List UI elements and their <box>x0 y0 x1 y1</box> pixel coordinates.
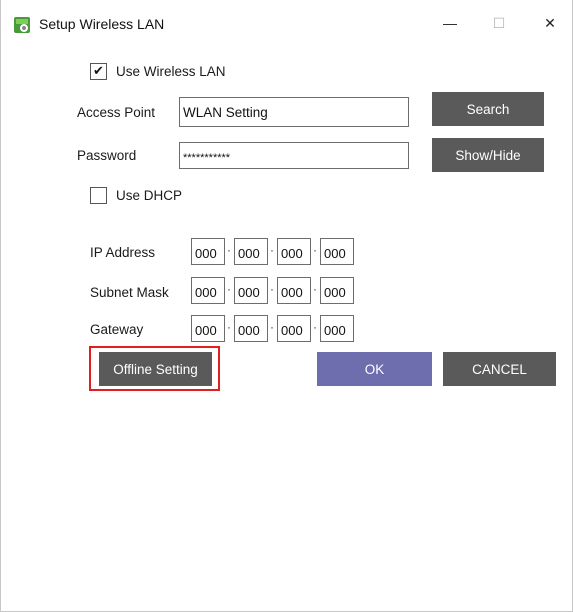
use-wireless-lan-checkbox[interactable]: ✔ <box>90 63 107 80</box>
ip-address-label: IP Address <box>90 245 156 260</box>
title-bar[interactable]: Setup Wireless LAN — ☐ ✕ <box>1 0 572 44</box>
use-dhcp-checkbox[interactable] <box>90 187 107 204</box>
setup-wireless-lan-window: Setup Wireless LAN — ☐ ✕ ✔ Use Wireless … <box>0 0 573 612</box>
gateway-label: Gateway <box>90 322 144 337</box>
octet-separator: · <box>313 282 317 296</box>
octet-separator: · <box>270 320 274 334</box>
highlight-box <box>89 346 220 391</box>
app-icon <box>14 17 30 33</box>
checkmark-icon: ✔ <box>93 63 104 78</box>
ip-address-octet-4[interactable]: 000 <box>320 238 354 265</box>
access-point-input[interactable]: WLAN Setting <box>179 97 409 127</box>
password-input[interactable]: *********** <box>179 142 409 169</box>
show-hide-button[interactable]: Show/Hide <box>432 138 544 172</box>
gateway-octet-3[interactable]: 000 <box>277 315 311 342</box>
password-label: Password <box>77 148 137 163</box>
octet-separator: · <box>227 282 231 296</box>
octet-separator: · <box>313 320 317 334</box>
subnet-mask-label: Subnet Mask <box>90 285 169 300</box>
octet-separator: · <box>313 243 317 257</box>
ip-address-octet-3[interactable]: 000 <box>277 238 311 265</box>
subnet-mask-octet-2[interactable]: 000 <box>234 277 268 304</box>
close-button[interactable]: ✕ <box>527 6 573 40</box>
ok-button[interactable]: OK <box>317 352 432 386</box>
subnet-mask-octet-3[interactable]: 000 <box>277 277 311 304</box>
octet-separator: · <box>227 243 231 257</box>
maximize-button[interactable]: ☐ <box>476 6 522 40</box>
octet-separator: · <box>270 243 274 257</box>
use-dhcp-label: Use DHCP <box>116 188 183 203</box>
subnet-mask-octet-1[interactable]: 000 <box>191 277 225 304</box>
use-wireless-lan-label: Use Wireless LAN <box>116 64 226 79</box>
gateway-octet-4[interactable]: 000 <box>320 315 354 342</box>
ip-address-octet-2[interactable]: 000 <box>234 238 268 265</box>
access-point-label: Access Point <box>77 105 156 120</box>
octet-separator: · <box>270 282 274 296</box>
gateway-octet-1[interactable]: 000 <box>191 315 225 342</box>
octet-separator: · <box>227 320 231 334</box>
cancel-button[interactable]: CANCEL <box>443 352 556 386</box>
minimize-button[interactable]: — <box>427 6 473 40</box>
ip-address-octet-1[interactable]: 000 <box>191 238 225 265</box>
gateway-octet-2[interactable]: 000 <box>234 315 268 342</box>
window-title: Setup Wireless LAN <box>39 16 165 32</box>
search-button[interactable]: Search <box>432 92 544 126</box>
subnet-mask-octet-4[interactable]: 000 <box>320 277 354 304</box>
